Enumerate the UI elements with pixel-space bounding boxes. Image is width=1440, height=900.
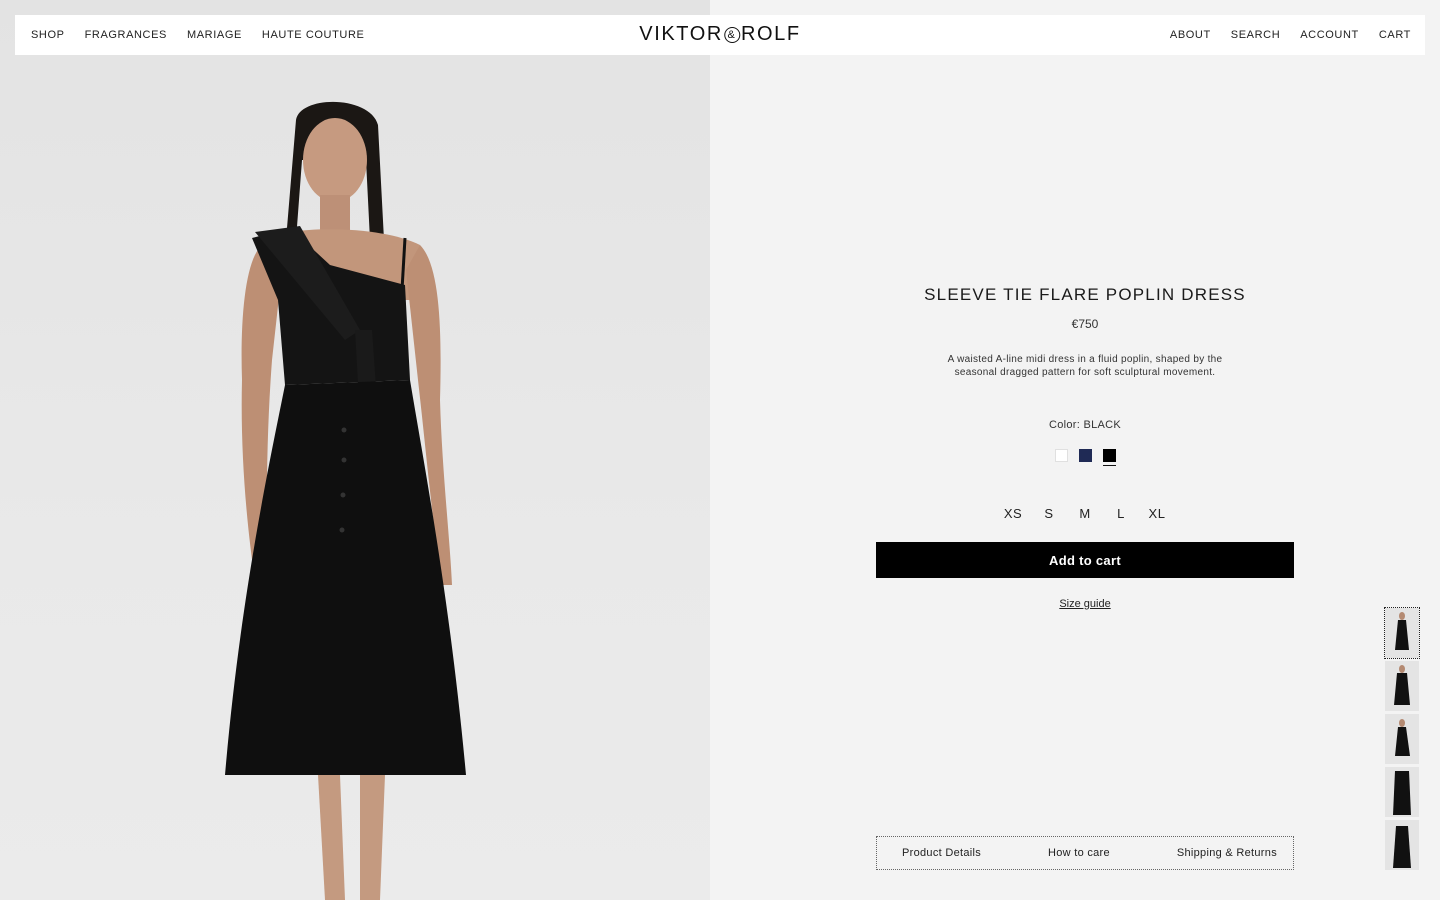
model-dress-illustration xyxy=(225,101,466,900)
nav-about[interactable]: ABOUT xyxy=(1170,29,1211,41)
size-option-xs[interactable]: XS xyxy=(995,506,1031,521)
nav-account[interactable]: ACCOUNT xyxy=(1300,29,1359,41)
tab-shipping-returns[interactable]: Shipping & Returns xyxy=(1177,847,1277,859)
size-guide-link[interactable]: Size guide xyxy=(1059,598,1110,610)
thumbnail-1[interactable] xyxy=(1384,607,1420,659)
product-tabs: Product Details How to care Shipping & R… xyxy=(876,836,1294,870)
color-swatch-white[interactable] xyxy=(1054,449,1068,462)
logo-ampersand: & xyxy=(723,27,740,43)
size-option-s[interactable]: S xyxy=(1031,506,1067,521)
thumbnail-4[interactable] xyxy=(1385,767,1419,817)
size-option-l[interactable]: L xyxy=(1103,506,1139,521)
nav-fragrances[interactable]: FRAGRANCES xyxy=(85,29,167,41)
tab-how-to-care[interactable]: How to care xyxy=(1048,847,1110,859)
site-header: SHOP FRAGRANCES MARIAGE HAUTE COUTURE VI… xyxy=(15,15,1425,55)
product-title: SLEEVE TIE FLARE POPLIN DRESS xyxy=(924,285,1246,304)
logo-text-right: ROLF xyxy=(740,23,801,45)
nav-shop[interactable]: SHOP xyxy=(31,29,65,41)
size-option-xl[interactable]: XL xyxy=(1139,506,1175,521)
product-description: A waisted A-line midi dress in a fluid p… xyxy=(947,354,1223,378)
product-main-image xyxy=(0,0,710,900)
brand-logo[interactable]: VIKTOR & ROLF xyxy=(639,23,800,46)
size-option-m[interactable]: M xyxy=(1067,506,1103,521)
thumbnail-5[interactable] xyxy=(1385,820,1419,870)
nav-haute-couture[interactable]: HAUTE COUTURE xyxy=(262,29,365,41)
nav-search[interactable]: SEARCH xyxy=(1231,29,1280,41)
thumbnail-2[interactable] xyxy=(1385,661,1419,711)
thumbnail-strip xyxy=(1384,607,1420,870)
color-label: Color: BLACK xyxy=(1048,419,1122,431)
thumbnail-3[interactable] xyxy=(1385,714,1419,764)
tab-product-details[interactable]: Product Details xyxy=(902,847,981,859)
add-to-cart-button[interactable]: Add to cart xyxy=(876,542,1294,578)
color-swatch-black[interactable] xyxy=(1102,449,1116,466)
product-price: €750 xyxy=(1071,317,1099,331)
nav-mariage[interactable]: MARIAGE xyxy=(187,29,242,41)
nav-cart[interactable]: CART xyxy=(1379,29,1411,41)
size-selector: XS S M L XL xyxy=(876,506,1294,521)
color-swatch-navy[interactable] xyxy=(1078,449,1092,462)
color-swatches xyxy=(876,449,1294,466)
utility-nav: ABOUT SEARCH ACCOUNT CART xyxy=(1170,29,1411,41)
product-details: SLEEVE TIE FLARE POPLIN DRESS €750 A wai… xyxy=(876,285,1294,612)
main-nav: SHOP FRAGRANCES MARIAGE HAUTE COUTURE xyxy=(31,29,364,41)
logo-text-left: VIKTOR xyxy=(639,23,723,45)
